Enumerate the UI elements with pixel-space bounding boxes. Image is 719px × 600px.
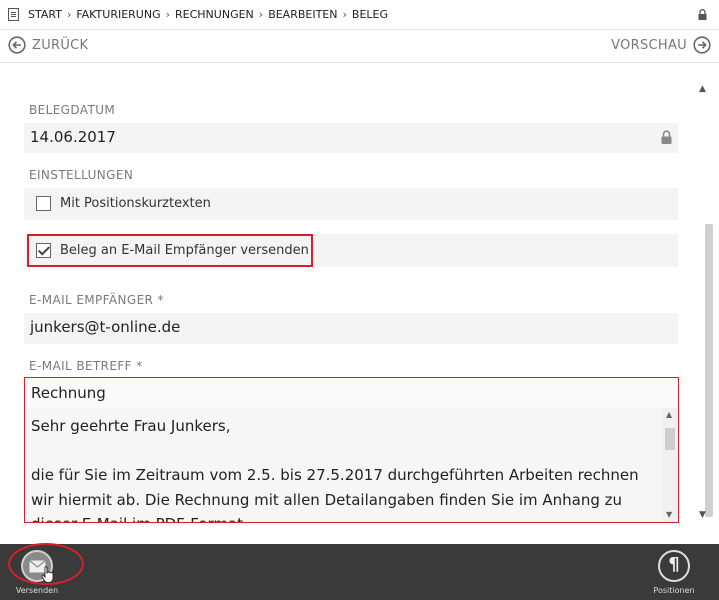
breadcrumb-bar: START › FAKTURIERUNG › RECHNUNGEN › BEARBEITEN… — [0, 0, 719, 30]
option-kurztexte-row[interactable]: Mit Positionskurztexten — [24, 188, 678, 220]
email-body-scroll-thumb[interactable] — [665, 428, 675, 450]
kurztexte-checkbox-label: Mit Positionskurztexten — [60, 196, 211, 211]
empfaenger-value: junkers@t-online.de — [30, 318, 181, 336]
breadcrumb: START › FAKTURIERUNG › RECHNUNGEN › BEARBEITEN… — [28, 8, 388, 21]
back-button[interactable]: ZURÜCK — [8, 36, 88, 54]
scroll-down-arrow-icon[interactable]: ▼ — [699, 510, 706, 520]
email-option-highlight — [27, 234, 313, 267]
send-label: Versenden — [15, 586, 59, 595]
betreff-value: Rechnung — [31, 384, 106, 402]
positions-circle: ¶ — [658, 550, 690, 582]
send-button-highlight — [8, 543, 84, 585]
positions-label: Positionen — [653, 586, 695, 595]
pilcrow-icon: ¶ — [668, 554, 680, 575]
betreff-input[interactable]: Rechnung — [24, 377, 679, 409]
positions-button[interactable]: ¶ Positionen — [650, 550, 698, 595]
belegdatum-field: 14.06.2017 — [24, 123, 678, 153]
lock-icon — [698, 9, 707, 20]
page-scroll-thumb[interactable] — [705, 224, 713, 517]
back-label: ZURÜCK — [32, 37, 89, 53]
breadcrumb-item-start[interactable]: START — [28, 8, 62, 21]
preview-label: VORSCHAU — [611, 37, 687, 53]
email-body-text: Sehr geehrte Frau Junkers, die für Sie i… — [31, 417, 639, 522]
belegdatum-value: 14.06.2017 — [30, 128, 116, 146]
document-icon — [8, 8, 19, 21]
page-scrollbar[interactable]: ▲ ▼ — [690, 78, 716, 523]
kurztexte-checkbox[interactable] — [36, 196, 51, 211]
email-body-textarea[interactable]: Sehr geehrte Frau Junkers, die für Sie i… — [24, 408, 679, 523]
preview-button[interactable]: VORSCHAU — [611, 36, 711, 54]
breadcrumb-separator: › — [342, 8, 347, 21]
breadcrumb-item-fakturierung[interactable]: FAKTURIERUNG — [76, 8, 160, 21]
belegdatum-label: BELEGDATUM — [29, 103, 116, 117]
breadcrumb-separator: › — [258, 8, 264, 21]
breadcrumb-item-beleg: BELEG — [351, 8, 389, 21]
einstellungen-label: EINSTELLUNGEN — [29, 168, 134, 182]
lock-icon — [661, 130, 672, 144]
arrow-right-circle-icon — [693, 36, 711, 54]
scroll-up-arrow-icon[interactable]: ▲ — [699, 84, 706, 94]
empfaenger-input[interactable]: junkers@t-online.de — [24, 313, 678, 344]
email-body-scrollbar[interactable]: ▲ ▼ — [663, 408, 677, 522]
arrow-left-circle-icon — [8, 36, 26, 54]
betreff-label: E-MAIL BETREFF * — [29, 359, 143, 373]
form-content: BELEGDATUM 14.06.2017 EINSTELLUNGEN Mit … — [0, 64, 719, 544]
scroll-up-arrow-icon[interactable]: ▲ — [666, 410, 672, 419]
navigation-bar: ZURÜCK VORSCHAU — [0, 30, 719, 63]
breadcrumb-item-bearbeiten[interactable]: BEARBEITEN — [268, 8, 337, 21]
breadcrumb-separator: › — [165, 8, 171, 21]
bottom-toolbar: Versenden ¶ Positionen — [0, 544, 719, 600]
breadcrumb-item-rechnungen[interactable]: RECHNUNGEN — [175, 8, 254, 21]
empfaenger-label: E-MAIL EMPFÄNGER * — [29, 293, 164, 307]
scroll-down-arrow-icon[interactable]: ▼ — [666, 510, 672, 519]
breadcrumb-separator: › — [66, 8, 72, 21]
